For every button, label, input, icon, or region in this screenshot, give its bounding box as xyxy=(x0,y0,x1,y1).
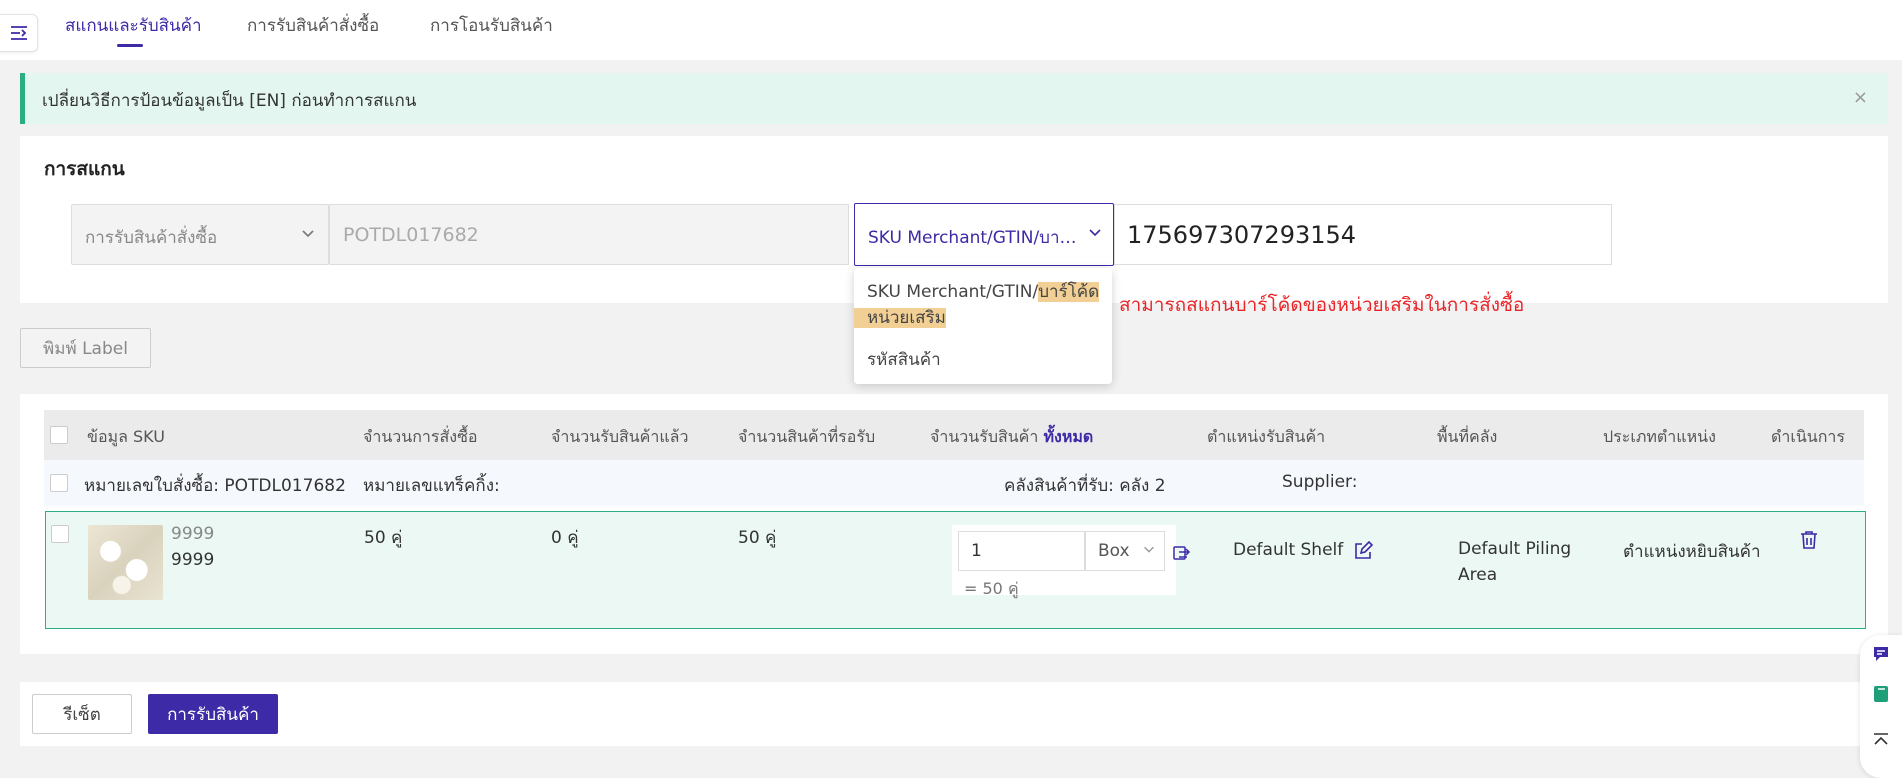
po-number-label: หมายเลขใบสั่งซื้อ: POTDL017682 xyxy=(84,476,346,496)
sku-code: 9999 xyxy=(171,524,215,544)
unit-select[interactable]: Box xyxy=(1085,531,1165,571)
col-warehouse-area: พื้นที่คลัง xyxy=(1437,427,1498,446)
col-order-qty: จำนวนการสั่งซื้อ xyxy=(363,427,478,446)
menu-collapse-icon xyxy=(10,26,27,40)
alert-message: เปลี่ยนวิธีการป้อนข้อมูลเป็น [EN] ก่อนทำ… xyxy=(42,91,417,111)
dropdown-option-sku-gtin-barcode[interactable]: SKU Merchant/GTIN/บาร์โค้ด xyxy=(867,280,1100,304)
print-label-button[interactable]: พิมพ์ Label xyxy=(20,328,151,368)
col-actions: ดำเนินการ xyxy=(1771,427,1845,446)
sku-name: 9999 xyxy=(171,550,215,570)
scan-type-value: การรับสินค้าสั่งซื้อ xyxy=(85,228,218,248)
select-all-checkbox[interactable] xyxy=(50,426,68,444)
unit-convert-icon[interactable] xyxy=(1172,544,1192,564)
chevron-down-icon xyxy=(1144,546,1154,553)
option-text-highlight: หน่วยเสริม xyxy=(854,308,946,328)
tab-transfer-receive[interactable]: การโอนรับสินค้า xyxy=(430,12,553,39)
receive-table: ข้อมูล SKU จำนวนการสั่งซื้อ จำนวนรับสินค… xyxy=(20,394,1888,654)
edit-icon[interactable] xyxy=(1353,541,1373,561)
receiving-warehouse-label: คลังสินค้าที่รับ: คลัง 2 xyxy=(1004,476,1166,496)
reset-button[interactable]: รีเซ็ต xyxy=(32,694,132,734)
receive-qty-input[interactable] xyxy=(958,531,1085,571)
dropdown-option-product-code[interactable]: รหัสสินค้า xyxy=(867,346,941,373)
supplier-label: Supplier: xyxy=(1282,472,1358,492)
unit-value: Box xyxy=(1098,541,1130,561)
info-alert: เปลี่ยนวิธีการป้อนข้อมูลเป็น [EN] ก่อนทำ… xyxy=(20,73,1888,124)
col-receive-qty: จำนวนรับสินค้า ทั้งหมด xyxy=(930,425,1093,450)
order-checkbox[interactable] xyxy=(50,474,68,492)
dropdown-option-sub-unit[interactable]: หน่วยเสริม xyxy=(854,306,946,330)
col-location-type: ประเภทตำแหน่ง xyxy=(1603,427,1716,446)
barcode-input[interactable] xyxy=(1114,204,1612,265)
footer-actions: รีเซ็ต การรับสินค้า xyxy=(20,682,1888,746)
received-qty-cell: 0 คู่ xyxy=(551,528,579,548)
pending-qty-cell: 50 คู่ xyxy=(738,528,777,548)
tab-po-receive[interactable]: การรับสินค้าสั่งซื้อ xyxy=(247,12,379,39)
floating-toolbar xyxy=(1860,635,1902,778)
col-receive-qty-label: จำนวนรับสินค้า xyxy=(930,427,1039,446)
table-row: 9999 9999 50 คู่ 0 คู่ 50 คู่ Box = 50 ค… xyxy=(45,511,1866,629)
tracking-number-label: หมายเลขแทร็คกิ้ง: xyxy=(363,476,500,496)
top-tab-bar: สแกนและรับสินค้า การรับสินค้าสั่งซื้อ กา… xyxy=(0,0,1902,60)
col-sku-info: ข้อมูล SKU xyxy=(87,427,165,446)
receive-button[interactable]: การรับสินค้า xyxy=(148,694,278,734)
active-tab-indicator xyxy=(117,44,143,47)
option-text: SKU Merchant/GTIN/ xyxy=(867,282,1039,302)
warehouse-area-line1: Default Piling xyxy=(1458,539,1572,559)
receive-all-link[interactable]: ทั้งหมด xyxy=(1043,427,1093,446)
row-checkbox[interactable] xyxy=(51,525,69,543)
tab-scan-receive[interactable]: สแกนและรับสินค้า xyxy=(65,12,202,39)
dropdown-annotation: สามารถสแกนบาร์โค้ดของหน่วยเสริมในการสั่ง… xyxy=(1119,294,1525,316)
alert-close-icon[interactable]: × xyxy=(1853,87,1868,108)
col-received-qty: จำนวนรับสินค้าแล้ว xyxy=(551,427,689,446)
code-type-value: SKU Merchant/GTIN/บาร์โค้ด xyxy=(868,228,1078,248)
location-value: Default Shelf xyxy=(1233,540,1344,560)
receive-qty-cell: Box = 50 คู่ xyxy=(952,525,1176,598)
col-location: ตำแหน่งรับสินค้า xyxy=(1207,427,1326,446)
scan-section-title: การสแกน xyxy=(44,158,125,180)
scroll-top-icon[interactable] xyxy=(1872,731,1890,749)
qty-equivalent: = 50 คู่ xyxy=(964,579,1019,598)
col-pending-qty: จำนวนสินค้าที่รอรับ xyxy=(738,427,876,446)
table-header: ข้อมูล SKU จำนวนการสั่งซื้อ จำนวนรับสินค… xyxy=(44,410,1864,460)
warehouse-area-line2: Area xyxy=(1458,565,1498,585)
code-type-dropdown: SKU Merchant/GTIN/บาร์โค้ด หน่วยเสริม รห… xyxy=(854,268,1112,384)
order-group-row: หมายเลขใบสั่งซื้อ: POTDL017682 หมายเลขแท… xyxy=(44,460,1864,506)
chevron-down-icon xyxy=(1089,229,1101,237)
trash-icon[interactable] xyxy=(1800,530,1818,550)
chevron-down-icon xyxy=(302,230,314,238)
book-icon[interactable] xyxy=(1872,685,1890,703)
scan-type-select[interactable]: การรับสินค้าสั่งซื้อ xyxy=(71,204,329,265)
code-type-select[interactable]: SKU Merchant/GTIN/บาร์โค้ด xyxy=(854,203,1114,266)
menu-toggle-button[interactable] xyxy=(0,14,38,52)
location-type-value: ตำแหน่งหยิบสินค้า xyxy=(1623,542,1761,562)
warehouse-area-value: Default Piling Area xyxy=(1458,536,1571,588)
product-thumbnail xyxy=(88,525,163,600)
option-text-highlight: บาร์โค้ด xyxy=(1038,282,1100,302)
order-qty-cell: 50 คู่ xyxy=(364,528,403,548)
po-number-input[interactable] xyxy=(329,204,849,265)
chat-icon[interactable] xyxy=(1872,645,1890,663)
